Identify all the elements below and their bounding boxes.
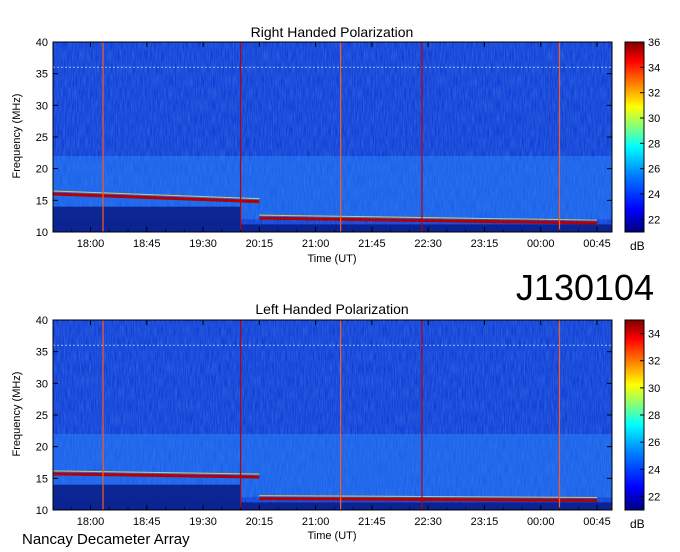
low-frequency-cutoff	[240, 502, 612, 510]
colorbar-tick-label: 30	[648, 113, 660, 125]
colorbar-unit-label: dB	[630, 517, 645, 531]
x-tick-label: 00:45	[583, 238, 611, 250]
x-tick-label: 18:00	[77, 238, 105, 250]
x-tick-label: 00:00	[527, 238, 555, 250]
x-tick-label: 19:30	[189, 516, 217, 528]
x-tick-label: 21:45	[358, 238, 386, 250]
y-tick-label: 15	[36, 473, 48, 485]
plot-area	[52, 319, 613, 511]
y-tick-label: 40	[36, 315, 48, 327]
x-tick-label: 20:15	[246, 238, 274, 250]
x-axis-label: Time (UT)	[307, 530, 356, 542]
x-tick-label: 20:15	[246, 516, 274, 528]
y-tick-label: 10	[36, 505, 48, 517]
colorbar-tick-label: 28	[648, 410, 660, 422]
x-tick-label: 19:30	[189, 238, 217, 250]
colorbar-tick-label: 24	[648, 464, 660, 476]
panel-title: Left Handed Polarization	[255, 301, 408, 317]
y-tick-label: 25	[36, 410, 48, 422]
y-tick-label: 35	[36, 69, 48, 81]
y-tick-label: 20	[36, 442, 48, 454]
colorbar-tick-label: 26	[648, 437, 660, 449]
low-frequency-cutoff	[240, 224, 612, 232]
observation-id: J130104	[516, 267, 654, 308]
x-tick-label: 00:00	[527, 516, 555, 528]
colorbar-tick-label: 34	[648, 329, 660, 341]
instrument-name: Nancay Decameter Array	[22, 531, 190, 548]
x-tick-label: 18:00	[77, 516, 105, 528]
figure-canvas: Right Handed Polarization Frequency (MHz…	[11, 24, 660, 548]
x-tick-label: 18:45	[133, 238, 161, 250]
colorbar-tick-label: 32	[648, 88, 660, 100]
y-tick-label: 30	[36, 100, 48, 112]
panel-right-polarization: Right Handed Polarization Frequency (MHz…	[11, 24, 660, 265]
colorbar-tick-label: 28	[648, 138, 660, 150]
x-tick-label: 21:00	[302, 238, 330, 250]
y-tick-label: 10	[36, 227, 48, 239]
panel-left-polarization: Left Handed Polarization Frequency (MHz)…	[11, 301, 660, 542]
colorbar-tick-label: 26	[648, 164, 660, 176]
y-tick-label: 15	[36, 195, 48, 207]
plot-area	[52, 41, 613, 233]
colorbar-tick-label: 24	[648, 189, 660, 201]
colorbar-tick-label: 22	[648, 214, 660, 226]
colorbar-unit-label: dB	[630, 239, 645, 253]
y-tick-label: 35	[36, 347, 48, 359]
colorbar-tick-label: 32	[648, 356, 660, 368]
y-tick-label: 20	[36, 164, 48, 176]
x-tick-label: 21:45	[358, 516, 386, 528]
y-axis-label: Frequency (MHz)	[11, 94, 23, 179]
y-tick-label: 40	[36, 37, 48, 49]
x-tick-label: 22:30	[414, 238, 442, 250]
colorbar-tick-label: 30	[648, 383, 660, 395]
x-tick-label: 23:15	[471, 238, 499, 250]
colorbar-tick-label: 36	[648, 37, 660, 49]
x-tick-label: 21:00	[302, 516, 330, 528]
colorbar-tick-label: 22	[648, 491, 660, 503]
x-tick-label: 23:15	[471, 516, 499, 528]
x-axis-label: Time (UT)	[307, 253, 356, 265]
x-tick-label: 22:30	[414, 516, 442, 528]
y-tick-label: 30	[36, 378, 48, 390]
x-tick-label: 18:45	[133, 516, 161, 528]
colorbar-gradient	[624, 41, 645, 233]
y-tick-label: 25	[36, 132, 48, 144]
colorbar-tick-label: 34	[648, 62, 660, 74]
y-axis-label: Frequency (MHz)	[11, 372, 23, 457]
colorbar: 22 24 26 28 30 32 34	[624, 319, 660, 511]
x-tick-label: 00:45	[583, 516, 611, 528]
panel-title: Right Handed Polarization	[251, 24, 414, 40]
colorbar: 22 24 26 28 30 32 34 36	[624, 37, 660, 233]
